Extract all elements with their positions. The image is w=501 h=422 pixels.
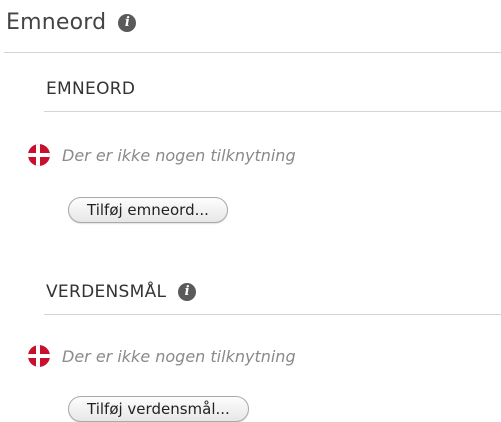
add-verdensmaal-button[interactable]: Tilføj verdensmål... — [68, 396, 249, 422]
info-icon[interactable]: i — [118, 13, 137, 32]
danish-flag-icon — [28, 345, 50, 367]
section-heading-label: VERDENSMÅL — [46, 282, 167, 302]
panel-title: Emneord — [6, 10, 107, 35]
panel-divider — [4, 52, 501, 53]
empty-row-verdensmaal: Der er ikke nogen tilknytning — [28, 345, 296, 367]
section-heading-verdensmaal: VERDENSMÅL i — [46, 282, 197, 302]
section-heading-emneord: EMNEORD — [46, 79, 135, 99]
add-emneord-button[interactable]: Tilføj emneord... — [68, 197, 228, 223]
section-divider-emneord — [44, 111, 501, 112]
section-heading-label: EMNEORD — [46, 79, 136, 99]
empty-state-text: Der er ikke nogen tilknytning — [62, 145, 296, 165]
empty-row-emneord: Der er ikke nogen tilknytning — [28, 144, 296, 166]
panel-header: Emneord i — [6, 10, 137, 35]
danish-flag-icon — [28, 144, 50, 166]
section-divider-verdensmaal — [44, 314, 501, 315]
empty-state-text: Der er ikke nogen tilknytning — [62, 346, 296, 366]
info-icon[interactable]: i — [178, 283, 197, 301]
